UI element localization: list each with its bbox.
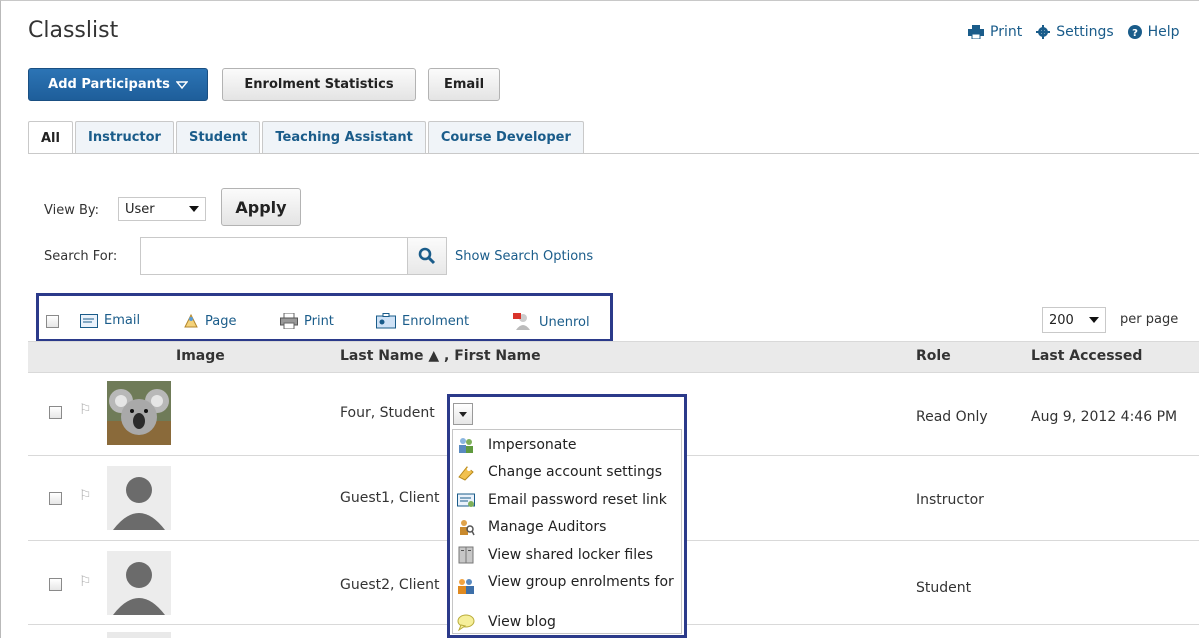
per-page-value: 200 [1049, 312, 1074, 328]
default-avatar-icon [107, 551, 171, 615]
unenrol-action[interactable]: Unenrol [513, 313, 590, 331]
enrolment-statistics-button[interactable]: Enrolment Statistics [222, 68, 416, 101]
blog-icon [457, 614, 475, 631]
row-checkbox[interactable] [49, 492, 62, 505]
row-checkbox[interactable] [49, 406, 62, 419]
view-by-value: User [125, 201, 155, 217]
user-role: Read Only [916, 409, 988, 425]
print-action[interactable]: Print [280, 313, 334, 329]
tab-teaching-assistant[interactable]: Teaching Assistant [262, 121, 426, 153]
print-link-label: Print [990, 24, 1023, 40]
enrolment-action-label: Enrolment [402, 313, 470, 329]
email-icon [80, 313, 98, 328]
user-context-menu-button[interactable] [453, 403, 473, 425]
search-input[interactable] [140, 237, 408, 275]
page-action[interactable]: Page [183, 313, 236, 329]
help-link[interactable]: ? Help [1127, 24, 1180, 40]
email-reset-icon [457, 493, 475, 507]
auditors-icon [460, 520, 475, 536]
show-search-options-link[interactable]: Show Search Options [455, 249, 593, 264]
chevron-down-icon [175, 80, 188, 89]
view-by-select[interactable]: User [118, 197, 206, 221]
select-all-checkbox[interactable] [46, 315, 59, 328]
locker-icon [458, 546, 474, 564]
user-name-link[interactable]: Four, Student [340, 405, 435, 421]
enrolment-icon [376, 313, 396, 329]
page-title: Classlist [28, 18, 119, 43]
unenrol-icon [513, 313, 530, 330]
per-page-select[interactable]: 200 [1042, 307, 1106, 333]
user-role: Instructor [916, 492, 984, 508]
search-icon [418, 247, 436, 265]
chevron-down-icon [459, 411, 467, 417]
koala-photo [107, 381, 171, 445]
unenrol-action-label: Unenrol [539, 314, 590, 330]
avatar [107, 632, 171, 638]
menu-item-view-shared-locker-files[interactable]: View shared locker files [488, 547, 653, 563]
menu-item-email-password-reset-link[interactable]: Email password reset link [488, 492, 667, 508]
pager-icon [184, 313, 198, 328]
search-label: Search For: [44, 249, 118, 264]
tab-all[interactable]: All [28, 121, 73, 154]
add-participants-button[interactable]: Add Participants [28, 68, 208, 101]
help-icon: ? [1127, 25, 1142, 39]
user-name-link[interactable]: Guest2, Client [340, 577, 439, 593]
search-button[interactable] [407, 237, 447, 275]
gear-icon [1036, 25, 1051, 39]
user-role: Student [916, 580, 972, 596]
tab-instructor[interactable]: Instructor [74, 121, 174, 153]
name-column-header[interactable]: Last Name ▲ , First Name [340, 348, 541, 364]
user-last-accessed: Aug 9, 2012 4:46 PM [1031, 409, 1178, 425]
flag-icon[interactable]: ⚐ [79, 402, 92, 418]
role-tabs: All Instructor Student Teaching Assistan… [28, 121, 586, 154]
menu-item-view-group-enrolments[interactable]: View group enrolments for [488, 575, 674, 589]
print-link[interactable]: Print [968, 24, 1022, 40]
menu-item-view-blog[interactable]: View blog [488, 614, 556, 630]
dropdown-arrow-icon [189, 206, 199, 212]
printer-icon [280, 313, 298, 329]
email-button[interactable]: Email [428, 68, 500, 101]
apply-button[interactable]: Apply [221, 188, 301, 226]
help-link-label: Help [1147, 24, 1180, 40]
print-action-label: Print [304, 313, 334, 329]
settings-link-label: Settings [1056, 24, 1114, 40]
flag-icon[interactable]: ⚐ [79, 488, 92, 504]
menu-item-change-account-settings[interactable]: Change account settings [488, 464, 662, 480]
settings-link[interactable]: Settings [1036, 24, 1114, 40]
tab-divider [28, 153, 1199, 154]
menu-item-manage-auditors[interactable]: Manage Auditors [488, 519, 606, 535]
avatar [107, 466, 171, 530]
add-participants-label: Add Participants [48, 77, 170, 92]
account-settings-icon [458, 466, 474, 481]
default-avatar-icon [107, 466, 171, 530]
dropdown-arrow-icon [1089, 317, 1099, 323]
view-by-label: View By: [44, 203, 100, 218]
top-links: Print Settings ? Help [968, 24, 1180, 40]
per-page-label: per page [1120, 312, 1179, 327]
avatar [107, 551, 171, 615]
row-checkbox[interactable] [49, 578, 62, 591]
user-name-link[interactable]: Guest1, Client [340, 490, 439, 506]
impersonate-icon [459, 438, 473, 453]
menu-item-impersonate[interactable]: Impersonate [488, 437, 576, 453]
group-icon [458, 579, 474, 594]
flag-icon[interactable]: ⚐ [79, 574, 92, 590]
image-column-header: Image [176, 348, 225, 364]
svg-text:?: ? [1132, 28, 1138, 39]
page-action-label: Page [205, 313, 237, 329]
enrolment-action[interactable]: Enrolment [376, 313, 469, 329]
email-action-label: Email [104, 313, 141, 328]
last-accessed-column-header[interactable]: Last Accessed [1031, 348, 1142, 364]
email-action[interactable]: Email [80, 313, 140, 328]
tab-course-developer[interactable]: Course Developer [427, 121, 584, 153]
avatar [107, 381, 171, 445]
role-column-header[interactable]: Role [916, 348, 951, 364]
tab-student[interactable]: Student [175, 121, 261, 153]
printer-icon [968, 25, 984, 39]
